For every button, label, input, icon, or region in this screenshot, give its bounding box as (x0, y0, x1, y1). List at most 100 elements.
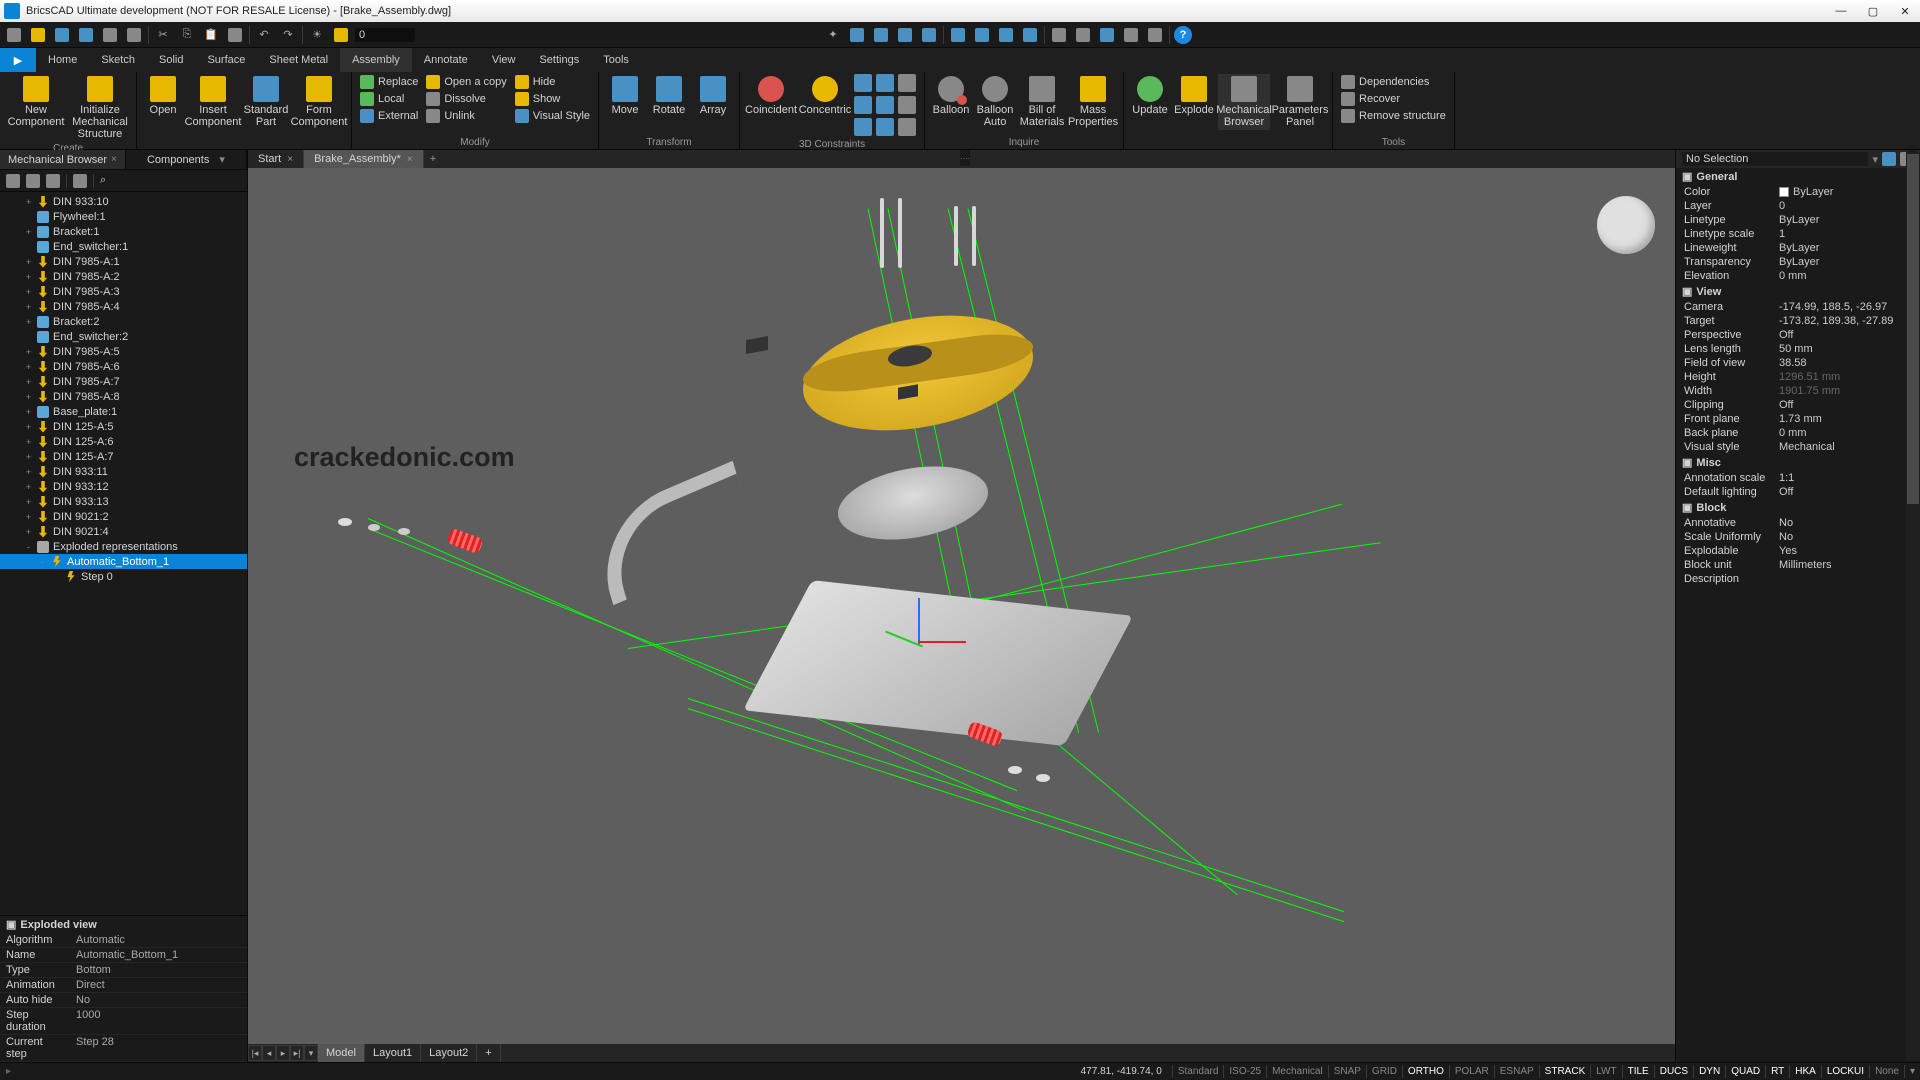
section-header[interactable]: ▣General (1676, 168, 1920, 185)
maximize-button[interactable]: ▢ (1858, 1, 1888, 21)
status-iso-25[interactable]: ISO-25 (1223, 1065, 1266, 1078)
move-button[interactable]: Move (605, 74, 645, 118)
3d-scene[interactable] (248, 168, 1675, 1044)
layout1-tab[interactable]: Layout1 (365, 1044, 421, 1062)
status-none[interactable]: None (1869, 1065, 1904, 1078)
qat-copy-icon[interactable]: ⎘ (177, 25, 197, 45)
navigation-cube[interactable] (1597, 196, 1655, 254)
layout-dropdown-button[interactable]: ▾ (304, 1045, 318, 1061)
tree-item[interactable]: +DIN 7985-A:4 (0, 299, 247, 314)
hide-button[interactable]: Hide (513, 74, 592, 90)
tree-item[interactable]: End_switcher:2 (0, 329, 247, 344)
status-rt[interactable]: RT (1765, 1065, 1789, 1078)
prop-value[interactable]: Step 28 (70, 1035, 247, 1062)
constraint-icon[interactable] (898, 74, 916, 92)
prop-value[interactable]: Off (1777, 485, 1914, 499)
status-snap[interactable]: SNAP (1328, 1065, 1366, 1078)
layout-next-button[interactable]: ▸ (276, 1045, 290, 1061)
menu-assembly[interactable]: Assembly (340, 48, 412, 72)
close-icon[interactable]: × (111, 154, 117, 165)
array-button[interactable]: Array (693, 74, 733, 118)
prop-value[interactable]: 0 mm (1777, 426, 1914, 440)
qat-tool7-icon[interactable] (996, 25, 1016, 45)
layout-prev-button[interactable]: ◂ (262, 1045, 276, 1061)
menu-sheet-metal[interactable]: Sheet Metal (257, 48, 340, 72)
prop-value[interactable]: -174.99, 188.5, -26.97 (1777, 300, 1914, 314)
tree-item[interactable]: +DIN 7985-A:3 (0, 284, 247, 299)
qat-save-icon[interactable] (52, 25, 72, 45)
prop-value[interactable]: 50 mm (1777, 342, 1914, 356)
status-grid[interactable]: GRID (1366, 1065, 1402, 1078)
prop-value[interactable]: Mechanical (1777, 440, 1914, 454)
tree-item[interactable]: +DIN 125-A:5 (0, 419, 247, 434)
balloon-button[interactable]: Balloon (931, 74, 971, 118)
status-ortho[interactable]: ORTHO (1402, 1065, 1449, 1078)
visual-style-button[interactable]: Visual Style (513, 108, 592, 124)
selection-dropdown[interactable]: No Selection (1682, 152, 1868, 166)
status-polar[interactable]: POLAR (1449, 1065, 1494, 1078)
section-header[interactable]: ▣Block (1676, 499, 1920, 516)
constraint-icon[interactable] (854, 96, 872, 114)
tree-item[interactable]: +DIN 125-A:7 (0, 449, 247, 464)
prop-value[interactable]: Yes (1777, 544, 1914, 558)
standard-part-button[interactable]: Standard Part (243, 74, 289, 130)
qat-tool3-icon[interactable] (895, 25, 915, 45)
mech-browser-button[interactable]: Mechanical Browser (1218, 74, 1270, 130)
status-lockui[interactable]: LOCKUI (1821, 1065, 1869, 1078)
prop-value[interactable]: ByLayer (1777, 185, 1914, 199)
qat-sun-icon[interactable]: ☀ (307, 25, 327, 45)
prop-value[interactable]: Automatic (70, 933, 247, 948)
prop-value[interactable]: 1.73 mm (1777, 412, 1914, 426)
tree-item[interactable]: End_switcher:1 (0, 239, 247, 254)
qat-saveall-icon[interactable] (76, 25, 96, 45)
tree-item[interactable]: +DIN 7985-A:1 (0, 254, 247, 269)
qat-cut-icon[interactable]: ✂ (153, 25, 173, 45)
dependencies-button[interactable]: Dependencies (1339, 74, 1448, 90)
status-quad[interactable]: QUAD (1725, 1065, 1765, 1078)
layout-model-tab[interactable]: Model (318, 1044, 365, 1062)
tree-item[interactable]: +DIN 9021:2 (0, 509, 247, 524)
tab-file[interactable]: Brake_Assembly*× (304, 150, 424, 168)
bom-button[interactable]: Bill of Materials (1019, 74, 1065, 130)
status-strack[interactable]: STRACK (1539, 1065, 1591, 1078)
open-copy-button[interactable]: Open a copy (424, 74, 508, 90)
layer-dropdown[interactable]: 0 (355, 28, 415, 42)
tree-item[interactable]: +DIN 933:12 (0, 479, 247, 494)
tree-item[interactable]: Flywheel:1 (0, 209, 247, 224)
menu-annotate[interactable]: Annotate (412, 48, 480, 72)
status-mechanical[interactable]: Mechanical (1266, 1065, 1328, 1078)
update-button[interactable]: Update (1130, 74, 1170, 118)
qat-tool5-icon[interactable] (948, 25, 968, 45)
tree-item[interactable]: +DIN 7985-A:7 (0, 374, 247, 389)
section-header[interactable]: ▣View (1676, 283, 1920, 300)
qat-paste-icon[interactable]: 📋 (201, 25, 221, 45)
insert-component-button[interactable]: Insert Component (187, 74, 239, 130)
concentric-button[interactable]: Concentric (800, 74, 850, 118)
prop-value[interactable]: ByLayer (1777, 213, 1914, 227)
tree-item[interactable]: +Bracket:1 (0, 224, 247, 239)
qat-tool10-icon[interactable] (1073, 25, 1093, 45)
qat-open-icon[interactable] (28, 25, 48, 45)
prop-value[interactable]: No (70, 993, 247, 1008)
qat-undo-icon[interactable]: ↶ (254, 25, 274, 45)
qat-print-icon[interactable] (100, 25, 120, 45)
qat-new-icon[interactable] (4, 25, 24, 45)
qat-tool13-icon[interactable] (1145, 25, 1165, 45)
tree-item[interactable]: +DIN 933:13 (0, 494, 247, 509)
status-standard[interactable]: Standard (1172, 1065, 1224, 1078)
qat-box-icon[interactable] (847, 25, 867, 45)
layout-first-button[interactable]: |◂ (248, 1045, 262, 1061)
qat-tool11-icon[interactable] (1097, 25, 1117, 45)
prop-value[interactable]: ByLayer (1777, 241, 1914, 255)
prop-value[interactable]: Automatic_Bottom_1 (70, 948, 247, 963)
menu-view[interactable]: View (480, 48, 528, 72)
local-button[interactable]: Local (358, 91, 420, 107)
menu-solid[interactable]: Solid (147, 48, 195, 72)
tree-item[interactable]: +Bracket:2 (0, 314, 247, 329)
prop-value[interactable]: 0 mm (1777, 269, 1914, 283)
form-component-button[interactable]: Form Component (293, 74, 345, 130)
tab-components[interactable]: Components▾ (126, 150, 247, 169)
menu-settings[interactable]: Settings (527, 48, 591, 72)
prop-value[interactable]: 1000 (70, 1008, 247, 1035)
recover-button[interactable]: Recover (1339, 91, 1448, 107)
